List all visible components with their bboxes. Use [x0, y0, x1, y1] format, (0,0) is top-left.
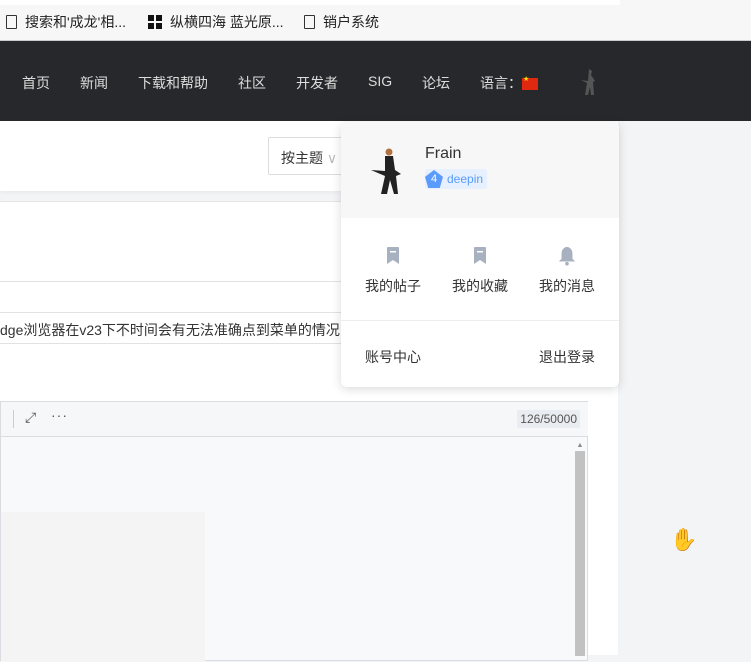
editor-scrollbar[interactable]: ▲ — [575, 442, 585, 662]
user-avatar[interactable] — [578, 67, 600, 97]
action-label: 我的消息 — [539, 278, 595, 294]
my-posts-button[interactable]: 我的帖子 — [353, 246, 433, 296]
post-title-input[interactable]: dge浏览器在v23下不时间会有无法准确点到菜单的情况 — [0, 313, 345, 344]
badge-label: deepin — [447, 172, 484, 186]
nav-forum[interactable]: 论坛 — [422, 73, 450, 93]
bookmarks-bar: 搜索和'成龙'相... 纵横四海 蓝光原... 销户系统 — [0, 0, 751, 41]
nav-news[interactable]: 新闻 — [80, 73, 108, 93]
chevron-down-icon: ∨ — [326, 150, 338, 166]
toolbar-divider — [13, 410, 14, 428]
file-icon — [304, 15, 315, 29]
nav-developer[interactable]: 开发者 — [296, 73, 338, 93]
account-center-link[interactable]: 账号中心 — [365, 347, 421, 367]
bookmark-item[interactable]: 搜索和'成龙'相... — [6, 12, 126, 32]
bookmark-label: 纵横四海 蓝光原... — [170, 14, 284, 30]
my-favorites-button[interactable]: 我的收藏 — [440, 246, 520, 296]
content-editor[interactable]: ⤢ ··· 126/50000 ▲ — [0, 401, 588, 662]
fullscreen-icon[interactable]: ⤢ — [25, 409, 36, 426]
bookmark-item[interactable]: 销户系统 — [304, 12, 379, 32]
more-icon[interactable]: ··· — [51, 407, 68, 423]
china-flag-icon — [522, 75, 538, 91]
bell-icon — [558, 246, 576, 266]
editor-toolbar: ⤢ ··· 126/50000 — [1, 402, 588, 437]
topic-select-value: 按主题 — [281, 150, 323, 166]
menu-divider — [341, 320, 619, 321]
nav-community[interactable]: 社区 — [238, 73, 266, 93]
nav-sig[interactable]: SIG — [368, 73, 392, 89]
file-icon — [6, 15, 17, 29]
action-label: 我的收藏 — [452, 278, 508, 294]
nav-home[interactable]: 首页 — [22, 73, 50, 93]
username: Frain — [425, 145, 462, 162]
scrollbar-thumb[interactable] — [575, 451, 585, 656]
logout-link[interactable]: 退出登录 — [539, 347, 595, 367]
my-messages-button[interactable]: 我的消息 — [527, 246, 607, 296]
scroll-up-icon[interactable]: ▲ — [575, 442, 585, 449]
hand-cursor-icon: ✋ — [670, 527, 698, 552]
bookmark-label: 搜索和'成龙'相... — [25, 14, 127, 30]
user-avatar — [371, 148, 401, 194]
language-label: 语言： — [480, 75, 522, 91]
bookmark-label: 销户系统 — [323, 14, 379, 30]
top-nav: 首页 新闻 下载和帮助 社区 开发者 SIG 论坛 语言： — [0, 41, 751, 121]
user-menu-dropdown: Frain 4 deepin 我的帖子 我的收藏 我的消息 账号中心 退出登录 — [341, 122, 619, 387]
char-counter: 126/50000 — [517, 410, 580, 428]
bookmark-icon — [387, 247, 399, 264]
language-selector[interactable]: 语言： — [480, 73, 538, 93]
grid-icon — [148, 15, 162, 29]
user-menu-header: Frain 4 deepin — [341, 122, 619, 218]
editor-content-block — [1, 512, 205, 662]
bookmark-item[interactable]: 纵横四海 蓝光原... — [148, 12, 284, 32]
bookmark-icon — [474, 247, 486, 264]
action-label: 我的帖子 — [365, 278, 421, 294]
level-badge: 4 deepin — [425, 169, 488, 189]
nav-download-help[interactable]: 下载和帮助 — [138, 73, 208, 93]
level-icon: 4 — [425, 170, 443, 188]
